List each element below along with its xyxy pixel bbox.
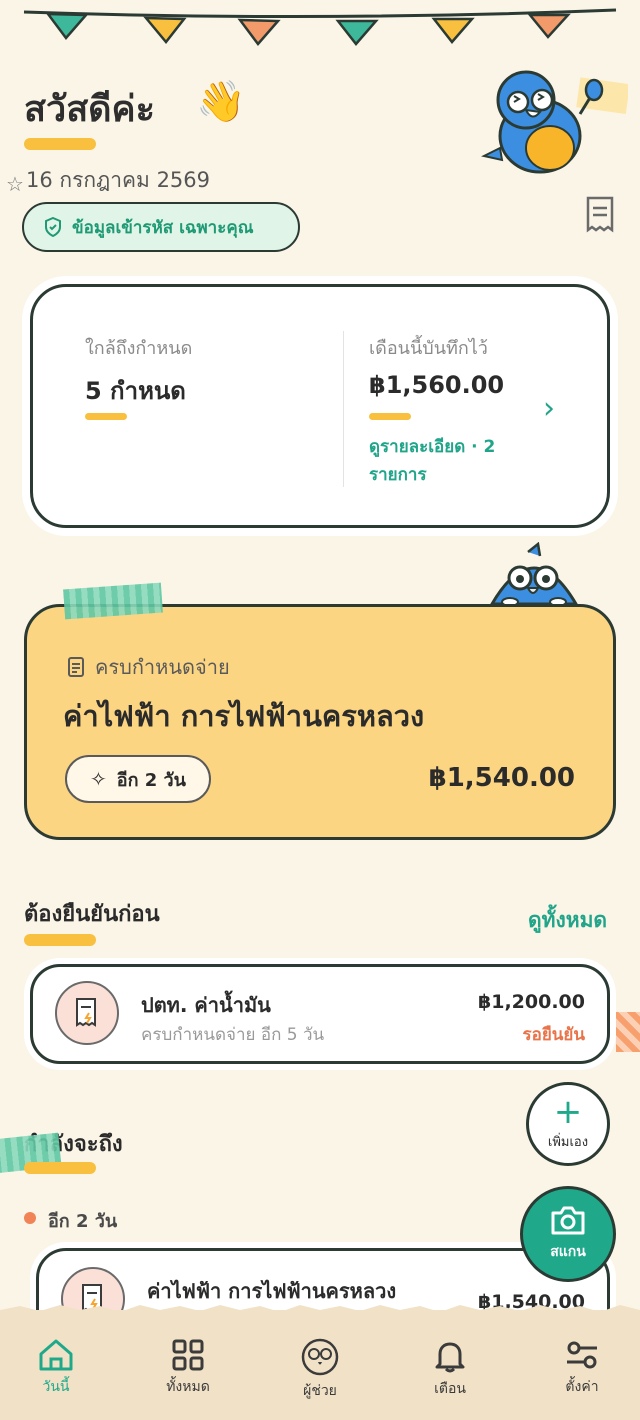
receipt-bill-icon	[55, 981, 119, 1045]
scan-label: สแกน	[550, 1244, 586, 1260]
camera-icon	[551, 1206, 585, 1235]
nav-today-label: วันนี้	[42, 1379, 70, 1395]
confirm-section-title: ต้องยืนยันก่อน	[24, 902, 160, 927]
month-underline	[369, 413, 411, 420]
parrot-icon	[301, 1338, 339, 1376]
sliders-icon	[567, 1341, 597, 1369]
summary-card[interactable]: ใกล้ถึงกำหนด 5 กำหนด เดือนนี้บันทึกไว้ ฿…	[30, 284, 610, 528]
tape-decoration-right	[616, 1012, 640, 1052]
privacy-badge-label: ข้อมูลเข้ารหัส เฉพาะคุณ	[72, 217, 254, 238]
days-remaining-pill: ✧ อีก 2 วัน	[65, 755, 211, 803]
nav-settings-label: ตั้งค่า	[565, 1379, 599, 1395]
home-icon	[39, 1339, 73, 1371]
shield-icon	[45, 217, 61, 237]
bunting-decoration	[23, 8, 617, 46]
days-remaining: อีก 2 วัน	[116, 769, 186, 791]
featured-amount: ฿1,540.00	[428, 763, 575, 793]
featured-label-text: ครบกำหนดจ่าย	[95, 655, 230, 679]
parrot-mascot	[481, 70, 628, 174]
grid-icon	[172, 1339, 204, 1371]
nav-today[interactable]: วันนี้	[6, 1338, 106, 1398]
scan-button[interactable]: สแกน	[520, 1186, 616, 1282]
featured-label: ครบกำหนดจ่าย	[67, 651, 230, 683]
group-dot	[24, 1212, 36, 1224]
nav-assistant-label: ผู้ช่วย	[303, 1383, 337, 1399]
greeting-title: สวัสดีค่ะ	[24, 89, 155, 130]
month-total: ฿1,560.00	[369, 371, 505, 399]
due-count: 5 กำหนด	[85, 377, 186, 405]
bill-name: ปตท. ค่าน้ำมัน	[141, 993, 271, 1017]
document-icon	[68, 657, 84, 677]
summary-divider	[343, 331, 344, 487]
nav-alerts-label: เตือน	[434, 1381, 466, 1397]
chevron-right-icon[interactable]: ›	[543, 391, 555, 426]
featured-title: ค่าไฟฟ้า การไฟฟ้านครหลวง	[63, 699, 425, 733]
bill-status: รอยืนยัน	[522, 1025, 585, 1045]
confirm-underline	[24, 934, 96, 946]
privacy-badge: ข้อมูลเข้ารหัส เฉพาะคุณ	[22, 202, 300, 252]
due-label: ใกล้ถึงกำหนด	[85, 338, 193, 359]
peeking-parrot	[489, 542, 579, 607]
month-label: เดือนนี้บันทึกไว้	[369, 338, 488, 359]
bill-amount: ฿1,200.00	[478, 991, 585, 1013]
featured-bill-card[interactable]: ครบกำหนดจ่าย ค่าไฟฟ้า การไฟฟ้านครหลวง ✧ …	[24, 604, 616, 840]
plus-icon: +	[553, 1091, 583, 1132]
star-icon: ☆	[6, 172, 24, 196]
today-date: 16 กรกฎาคม 2569	[26, 168, 211, 192]
nav-alerts[interactable]: เตือน	[400, 1338, 500, 1400]
nav-settings[interactable]: ตั้งค่า	[532, 1338, 632, 1398]
bell-icon	[435, 1342, 465, 1373]
see-all-link[interactable]: ดูทั้งหมด	[528, 904, 607, 937]
group-label: อีก 2 วัน	[48, 1211, 118, 1232]
add-manual-button[interactable]: + เพิ่มเอง	[526, 1082, 610, 1166]
upcoming-underline	[24, 1162, 96, 1174]
due-underline	[85, 413, 127, 420]
nav-all-label: ทั้งหมด	[166, 1379, 210, 1395]
confirm-bill-row[interactable]: ปตท. ค่าน้ำมัน ครบกำหนดจ่าย อีก 5 วัน ฿1…	[30, 964, 610, 1064]
receipt-icon	[586, 196, 614, 233]
sparkle-icon: ✧	[90, 767, 107, 791]
wave-emoji: 👋	[196, 79, 246, 125]
bill-due-text: ครบกำหนดจ่าย อีก 5 วัน	[141, 1025, 325, 1045]
bottom-navigation: วันนี้ ทั้งหมด ผู้ช่วย เตือน ตั้งค่า	[0, 1305, 640, 1420]
torn-edge	[0, 1305, 640, 1314]
title-underline	[24, 138, 96, 150]
nav-assistant[interactable]: ผู้ช่วย	[270, 1338, 370, 1402]
details-link[interactable]: ดูรายละเอียด · 2 รายการ	[369, 433, 529, 489]
add-manual-label: เพิ่มเอง	[547, 1134, 589, 1150]
nav-all[interactable]: ทั้งหมด	[138, 1338, 238, 1398]
